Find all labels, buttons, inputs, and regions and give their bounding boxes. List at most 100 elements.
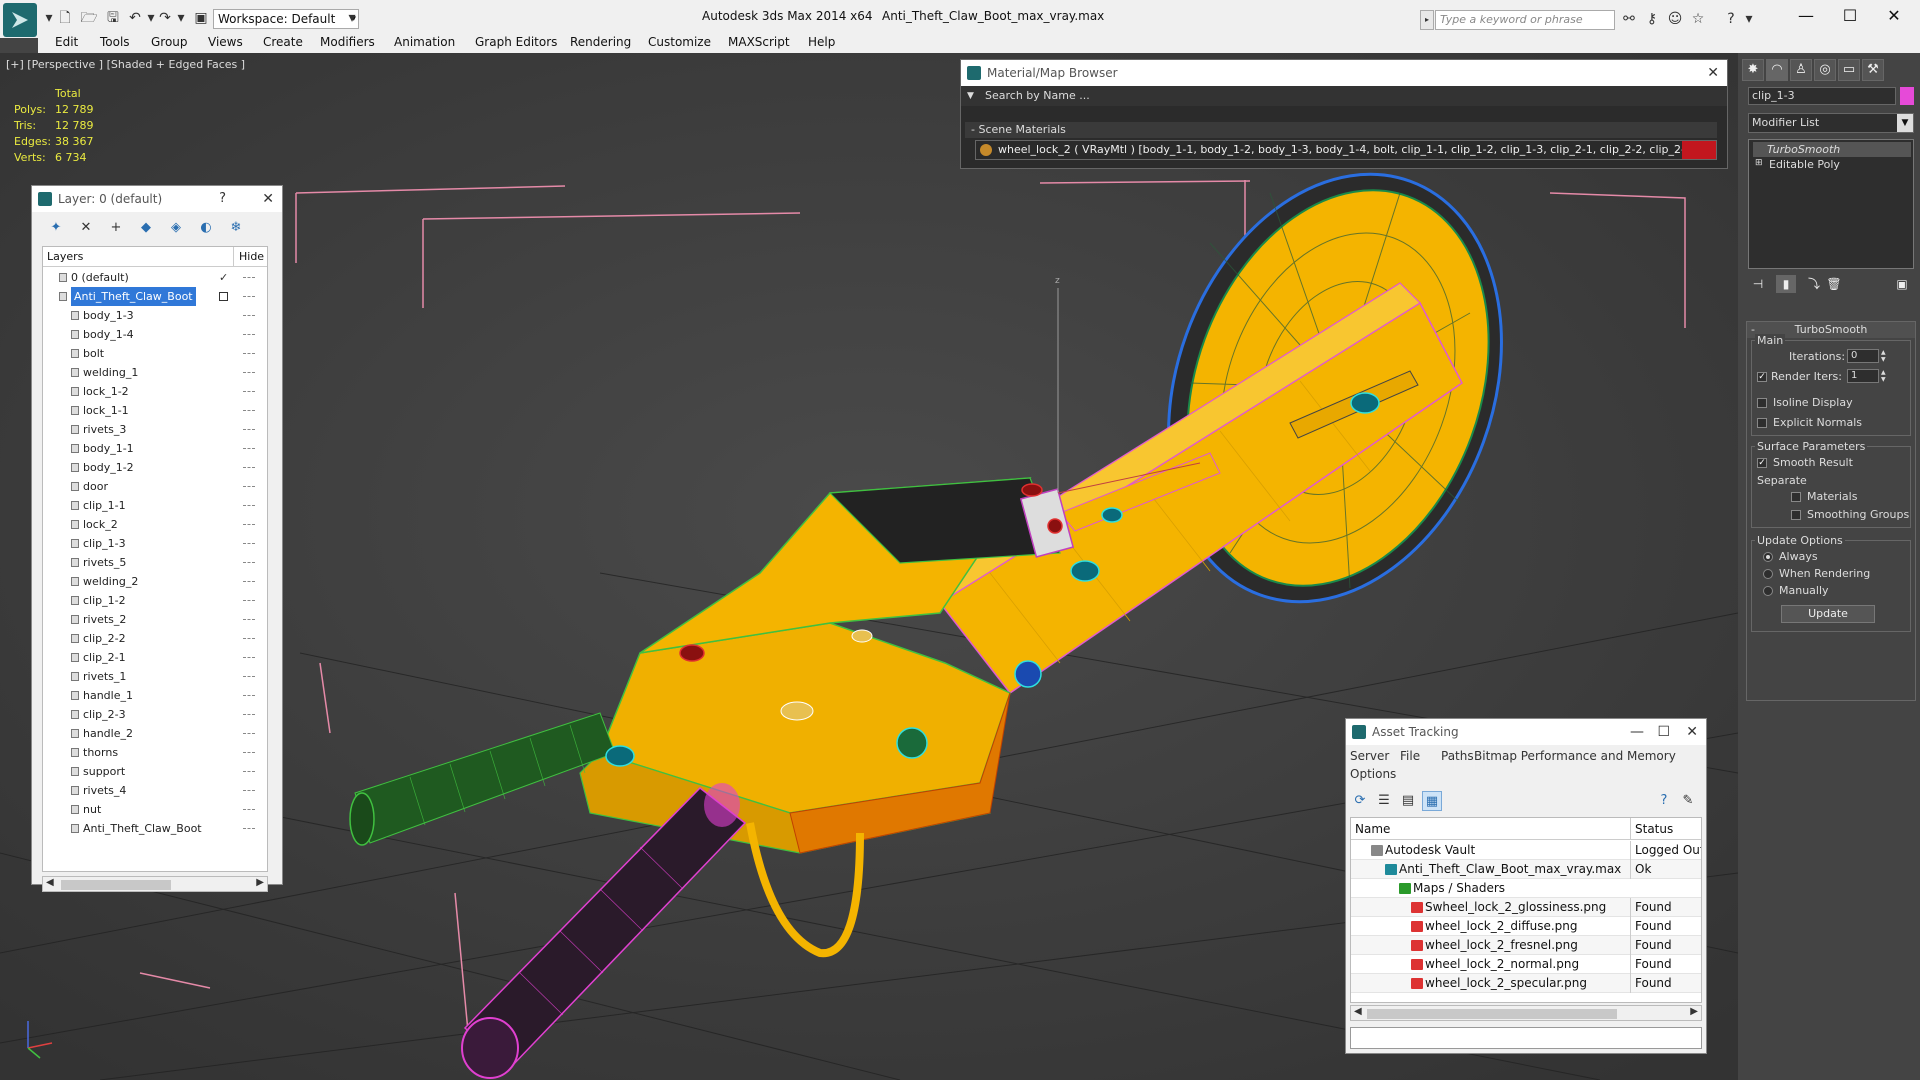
layer-row[interactable]: clip_2-1 <box>43 648 267 667</box>
layer-row[interactable]: body_1-2 <box>43 458 267 477</box>
scene-materials-section[interactable]: - Scene Materials <box>965 122 1717 138</box>
expand-icon[interactable]: ⊞ <box>1755 158 1763 168</box>
configure-sets-icon[interactable]: ▣ <box>1892 275 1912 293</box>
hide-toggle[interactable] <box>243 790 255 792</box>
asset-row[interactable]: wheel_lock_2_specular.png Found <box>1351 974 1701 993</box>
stack-item-turbosmooth[interactable]: TurboSmooth <box>1753 142 1911 157</box>
layer-row[interactable]: rivets_4 <box>43 781 267 800</box>
menu-maxscript[interactable]: MAXScript <box>728 35 790 49</box>
select-objects-icon[interactable]: ◆ <box>136 218 156 238</box>
options-arrow-icon[interactable]: ▼ <box>967 86 974 106</box>
layer-row[interactable]: thorns <box>43 743 267 762</box>
when-rendering-radio[interactable] <box>1763 569 1773 579</box>
delete-layer-icon[interactable]: ✕ <box>76 218 96 238</box>
hide-toggle[interactable] <box>243 391 255 393</box>
col-hide[interactable]: Hide <box>239 250 264 263</box>
asset-row[interactable]: wheel_lock_2_normal.png Found <box>1351 955 1701 974</box>
materials-checkbox[interactable] <box>1791 492 1801 502</box>
hide-toggle[interactable] <box>243 315 255 317</box>
help-icon[interactable]: ? <box>1722 10 1740 28</box>
layer-row[interactable]: door <box>43 477 267 496</box>
freeze-all-icon[interactable]: ❄ <box>226 218 246 238</box>
hide-toggle[interactable] <box>243 372 255 374</box>
hide-toggle[interactable] <box>243 638 255 640</box>
asset-row[interactable]: Swheel_lock_2_glossiness.png Found <box>1351 898 1701 917</box>
menu-rendering[interactable]: Rendering <box>570 35 631 49</box>
workspace-select[interactable]: Workspace: Default ▾ <box>213 9 359 29</box>
menu-graph-editors[interactable]: Graph Editors <box>475 35 557 49</box>
search-input[interactable]: Type a keyword or phrase <box>1435 10 1615 30</box>
asset-hscrollbar[interactable]: ◀ ▶ <box>1350 1005 1702 1021</box>
layer-row[interactable]: rivets_1 <box>43 667 267 686</box>
minimize-icon[interactable]: — <box>1630 719 1644 745</box>
new-layer-icon[interactable]: ✦ <box>46 218 66 238</box>
stack-item-editable-poly[interactable]: Editable Poly <box>1769 157 1840 172</box>
always-radio[interactable] <box>1763 552 1773 562</box>
layer-row[interactable]: clip_2-3 <box>43 705 267 724</box>
hide-toggle[interactable] <box>243 828 255 830</box>
layer-row[interactable]: 0 (default) ✓ <box>43 268 267 287</box>
menu-file[interactable]: File <box>1400 749 1420 763</box>
menu-modifiers[interactable]: Modifiers <box>320 35 375 49</box>
asset-tracking-header[interactable]: Asset Tracking — ☐ ✕ <box>1346 719 1706 745</box>
hide-toggle[interactable] <box>243 695 255 697</box>
open-file-icon[interactable]: 🗁 <box>80 9 98 27</box>
hierarchy-tab-icon[interactable]: ♙ <box>1790 59 1812 81</box>
menu-tools[interactable]: Tools <box>100 35 130 49</box>
scroll-thumb[interactable] <box>1367 1009 1617 1019</box>
help-tools-icon[interactable]: ✎ <box>1678 791 1698 811</box>
star-icon[interactable]: ☆ <box>1689 10 1707 28</box>
layer-row[interactable]: bolt <box>43 344 267 363</box>
iterations-input[interactable]: 0 <box>1847 349 1879 363</box>
details-view-icon[interactable]: ▤ <box>1398 791 1418 811</box>
minimize-icon[interactable]: — <box>1786 4 1826 28</box>
workspace-dropdown-icon[interactable]: ▾ <box>343 9 361 27</box>
layer-row[interactable]: lock_2 <box>43 515 267 534</box>
redo-dropdown-icon[interactable]: ▾ <box>172 9 190 27</box>
layer-row[interactable]: Anti_Theft_Claw_Boot <box>43 287 267 306</box>
hide-toggle[interactable] <box>243 714 255 716</box>
layer-row[interactable]: Anti_Theft_Claw_Boot <box>43 819 267 838</box>
scroll-right-icon[interactable]: ▶ <box>1690 1006 1698 1017</box>
search-expand-icon[interactable]: ▸ <box>1420 10 1434 30</box>
layer-row[interactable]: clip_1-3 <box>43 534 267 553</box>
close-icon[interactable]: ✕ <box>262 186 274 212</box>
isoline-checkbox[interactable] <box>1757 398 1767 408</box>
layer-row[interactable]: body_1-3 <box>43 306 267 325</box>
col-status[interactable]: Status <box>1630 818 1701 840</box>
close-icon[interactable]: ✕ <box>1707 60 1719 86</box>
layer-row[interactable]: rivets_5 <box>43 553 267 572</box>
app-logo-icon[interactable] <box>3 3 37 37</box>
menu-help[interactable]: Help <box>808 35 835 49</box>
manually-radio[interactable] <box>1763 586 1773 596</box>
binoculars-icon[interactable]: ⚯ <box>1620 10 1638 28</box>
hide-toggle[interactable] <box>243 581 255 583</box>
layer-hscrollbar[interactable]: ◀ ▶ <box>42 876 268 892</box>
scroll-thumb[interactable] <box>61 880 171 890</box>
iterations-spinner[interactable]: ▲ ▼ <box>1881 349 1889 363</box>
maximize-icon[interactable]: ☐ <box>1657 719 1670 745</box>
hide-toggle[interactable] <box>243 600 255 602</box>
save-file-icon[interactable]: 🖫 <box>104 9 122 27</box>
hide-toggle[interactable] <box>243 809 255 811</box>
layer-panel-header[interactable]: Layer: 0 (default) ? ✕ <box>32 186 282 212</box>
asset-row[interactable]: Autodesk Vault Logged Out ... <box>1351 841 1701 860</box>
menu-animation[interactable]: Animation <box>394 35 455 49</box>
render-iters-spinner[interactable]: ▲ ▼ <box>1881 369 1889 383</box>
object-color-swatch[interactable] <box>1900 87 1914 105</box>
layer-row[interactable]: lock_1-2 <box>43 382 267 401</box>
display-tab-icon[interactable]: ▭ <box>1838 59 1860 81</box>
make-unique-icon[interactable]: ⤵ <box>1804 275 1824 293</box>
scroll-right-icon[interactable]: ▶ <box>256 877 264 888</box>
layer-row[interactable]: clip_1-2 <box>43 591 267 610</box>
hide-toggle[interactable] <box>243 733 255 735</box>
scroll-left-icon[interactable]: ◀ <box>1354 1006 1362 1017</box>
hide-toggle[interactable] <box>243 448 255 450</box>
layer-row[interactable]: rivets_2 <box>43 610 267 629</box>
layer-row[interactable]: body_1-4 <box>43 325 267 344</box>
menu-views[interactable]: Views <box>208 35 243 49</box>
asset-row[interactable]: Anti_Theft_Claw_Boot_max_vray.max Ok <box>1351 860 1701 879</box>
asset-row[interactable]: wheel_lock_2_diffuse.png Found <box>1351 917 1701 936</box>
asset-row[interactable]: wheel_lock_2_fresnel.png Found <box>1351 936 1701 955</box>
layer-row[interactable]: handle_1 <box>43 686 267 705</box>
